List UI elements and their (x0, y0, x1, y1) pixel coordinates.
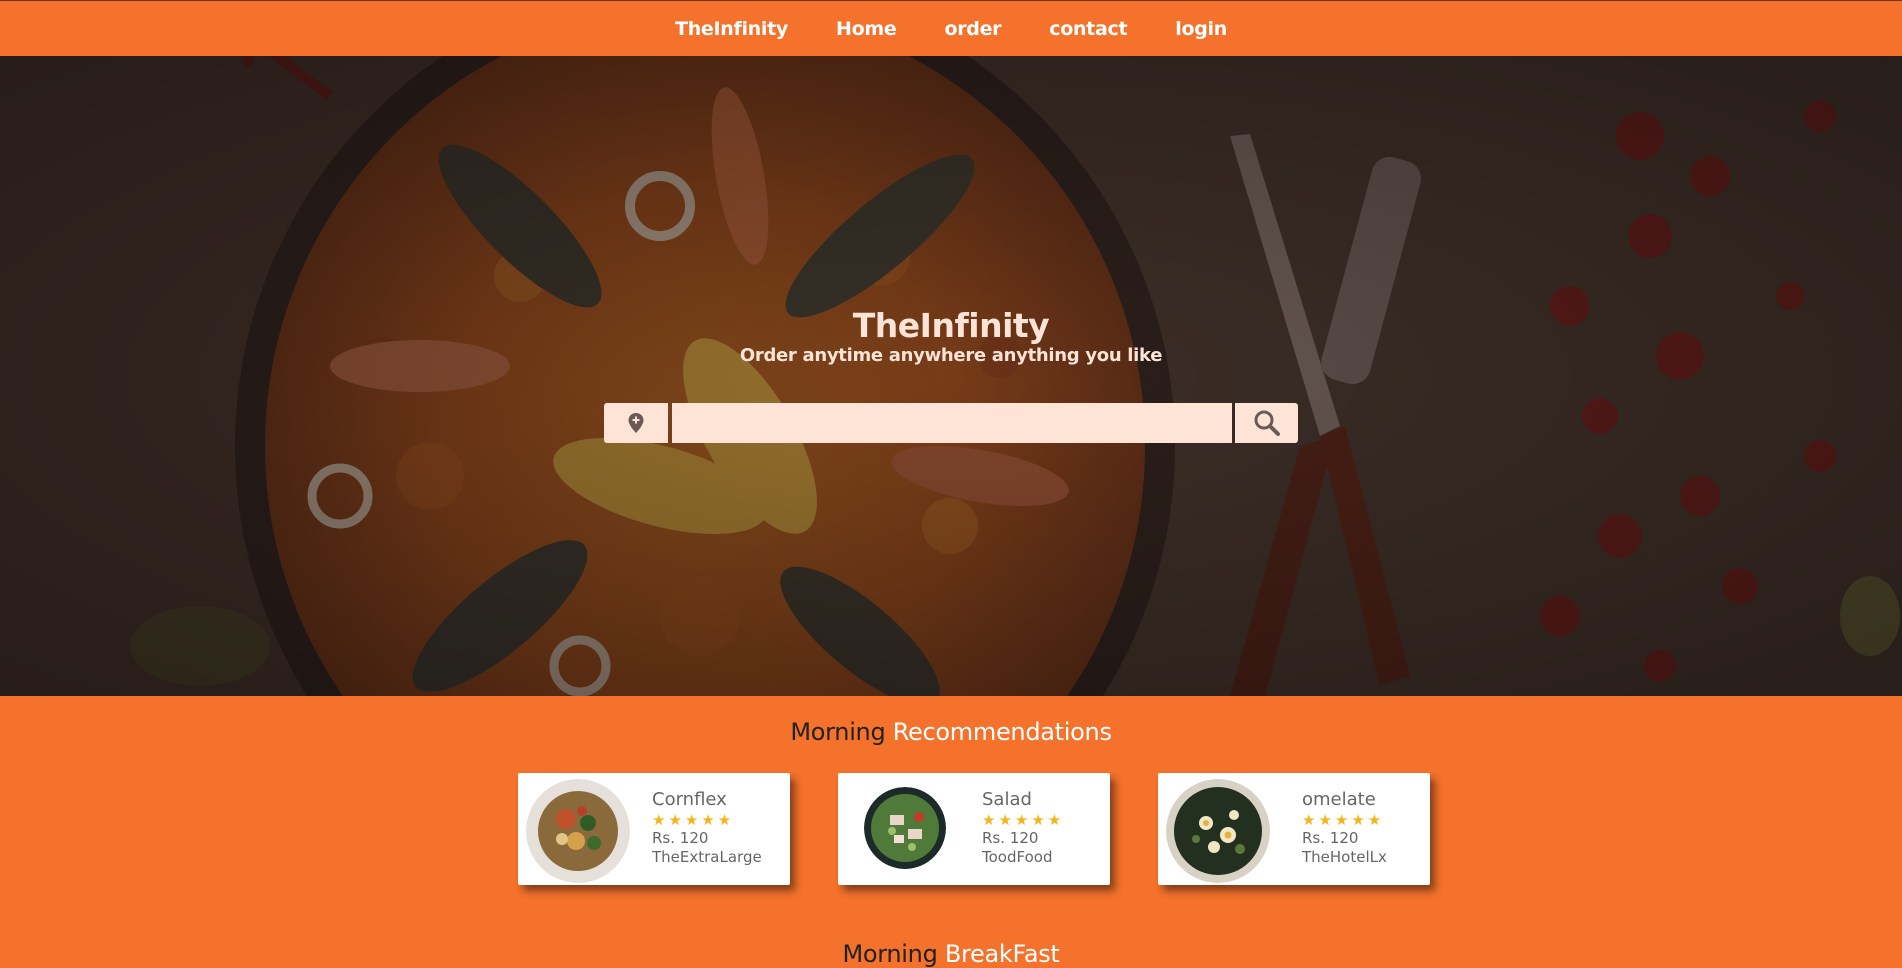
location-pin-icon (628, 413, 644, 433)
section-title-accent: Recommendations (892, 718, 1112, 746)
food-card-salad[interactable]: Salad ★★★★★ Rs. 120 ToodFood (838, 773, 1110, 885)
food-image-cornflex (526, 779, 630, 883)
food-price: Rs. 120 (652, 829, 709, 847)
food-price: Rs. 120 (982, 829, 1039, 847)
card-info: omelate ★★★★★ Rs. 120 TheHotelLx (1302, 789, 1387, 867)
shop-name: TheExtraLarge (652, 848, 762, 866)
rating-stars: ★★★★★ (652, 811, 735, 829)
section-title-plain: Morning (790, 718, 886, 746)
hero-subtitle: Order anytime anywhere anything you like (739, 345, 1163, 366)
shop-name: TheHotelLx (1302, 848, 1387, 866)
food-image-omelate (1166, 779, 1270, 883)
hero-background-image (0, 56, 1902, 696)
hero-banner: TheInfinity Order anytime anywhere anyth… (0, 56, 1902, 696)
shop-name: ToodFood (982, 848, 1053, 866)
food-name: omelate (1302, 789, 1376, 810)
nav-contact-link[interactable]: contact (1025, 18, 1151, 40)
section-title-plain: Morning (842, 940, 938, 968)
food-card-cornflex[interactable]: Cornflex ★★★★★ Rs. 120 TheExtraLarge (518, 773, 790, 885)
nav-order-link[interactable]: order (920, 18, 1025, 40)
search-icon (1254, 410, 1280, 436)
card-info: Cornflex ★★★★★ Rs. 120 TheExtraLarge (652, 789, 762, 867)
search-button[interactable] (1235, 403, 1298, 443)
nav-login-link[interactable]: login (1151, 18, 1251, 40)
rating-stars: ★★★★★ (1302, 811, 1385, 829)
hero-title: TheInfinity (852, 306, 1050, 345)
search-bar (604, 403, 1298, 443)
food-price: Rs. 120 (1302, 829, 1359, 847)
card-info: Salad ★★★★★ Rs. 120 ToodFood (982, 789, 1064, 867)
section-title-breakfast: Morning BreakFast (0, 940, 1902, 968)
nav-home-link[interactable]: Home (812, 18, 920, 40)
location-button[interactable] (604, 403, 668, 443)
search-input[interactable] (672, 403, 1232, 443)
section-title-accent: BreakFast (944, 940, 1060, 968)
food-name: Salad (982, 789, 1032, 810)
rating-stars: ★★★★★ (982, 811, 1065, 829)
food-image-salad (864, 787, 946, 869)
food-name: Cornflex (652, 789, 727, 810)
nav-brand-link[interactable]: TheInfinity (651, 18, 812, 40)
recommendation-cards: Cornflex ★★★★★ Rs. 120 TheExtraLarge Sal… (0, 773, 1902, 885)
section-title-recommendations: Morning Recommendations (0, 718, 1902, 746)
food-card-omelate[interactable]: omelate ★★★★★ Rs. 120 TheHotelLx (1158, 773, 1430, 885)
top-navbar: TheInfinity Home order contact login (0, 0, 1902, 56)
hero-text-block: TheInfinity Order anytime anywhere anyth… (0, 306, 1902, 366)
